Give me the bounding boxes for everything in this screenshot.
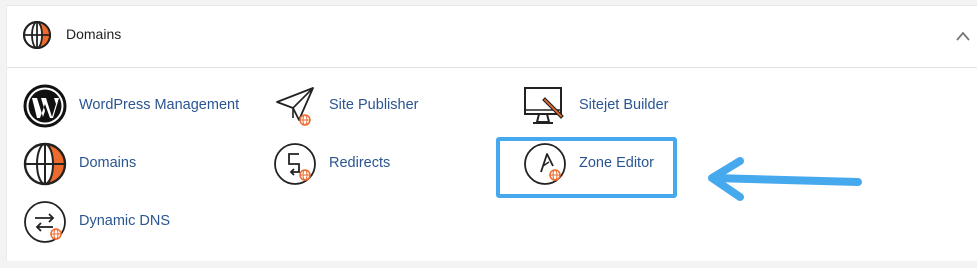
item-label: Dynamic DNS: [79, 213, 171, 229]
globe-icon: [23, 142, 67, 186]
zone-editor-link[interactable]: Zone Editor: [523, 142, 673, 186]
item-label: WordPress Management: [79, 97, 240, 113]
zone-compass-icon: [524, 143, 566, 185]
dynamic-dns-link[interactable]: Dynamic DNS: [23, 200, 183, 244]
dynamic-dns-icon: [24, 201, 66, 243]
section-title: Domains: [66, 26, 122, 42]
domains-panel-header[interactable]: Domains: [7, 6, 977, 68]
wordpress-management-link[interactable]: WordPress Management: [23, 84, 243, 128]
arrow-left-icon: [708, 157, 862, 201]
redirects-link[interactable]: Redirects: [273, 142, 433, 186]
item-label: Site Publisher: [329, 97, 419, 113]
domains-link[interactable]: Domains: [23, 142, 183, 186]
item-label: Domains: [79, 155, 137, 171]
item-label: Redirects: [329, 155, 391, 171]
sitejet-builder-link[interactable]: Sitejet Builder: [523, 84, 683, 128]
wordpress-icon: [23, 84, 67, 128]
redirect-icon: [274, 143, 316, 185]
item-label: Sitejet Builder: [579, 97, 669, 113]
chevron-up-icon[interactable]: [955, 30, 971, 42]
item-label: Zone Editor: [579, 155, 654, 171]
monitor-pencil-icon: [524, 87, 564, 124]
site-publisher-link[interactable]: Site Publisher: [273, 84, 433, 128]
paper-plane-icon: [276, 87, 314, 126]
globe-icon: [23, 21, 51, 49]
